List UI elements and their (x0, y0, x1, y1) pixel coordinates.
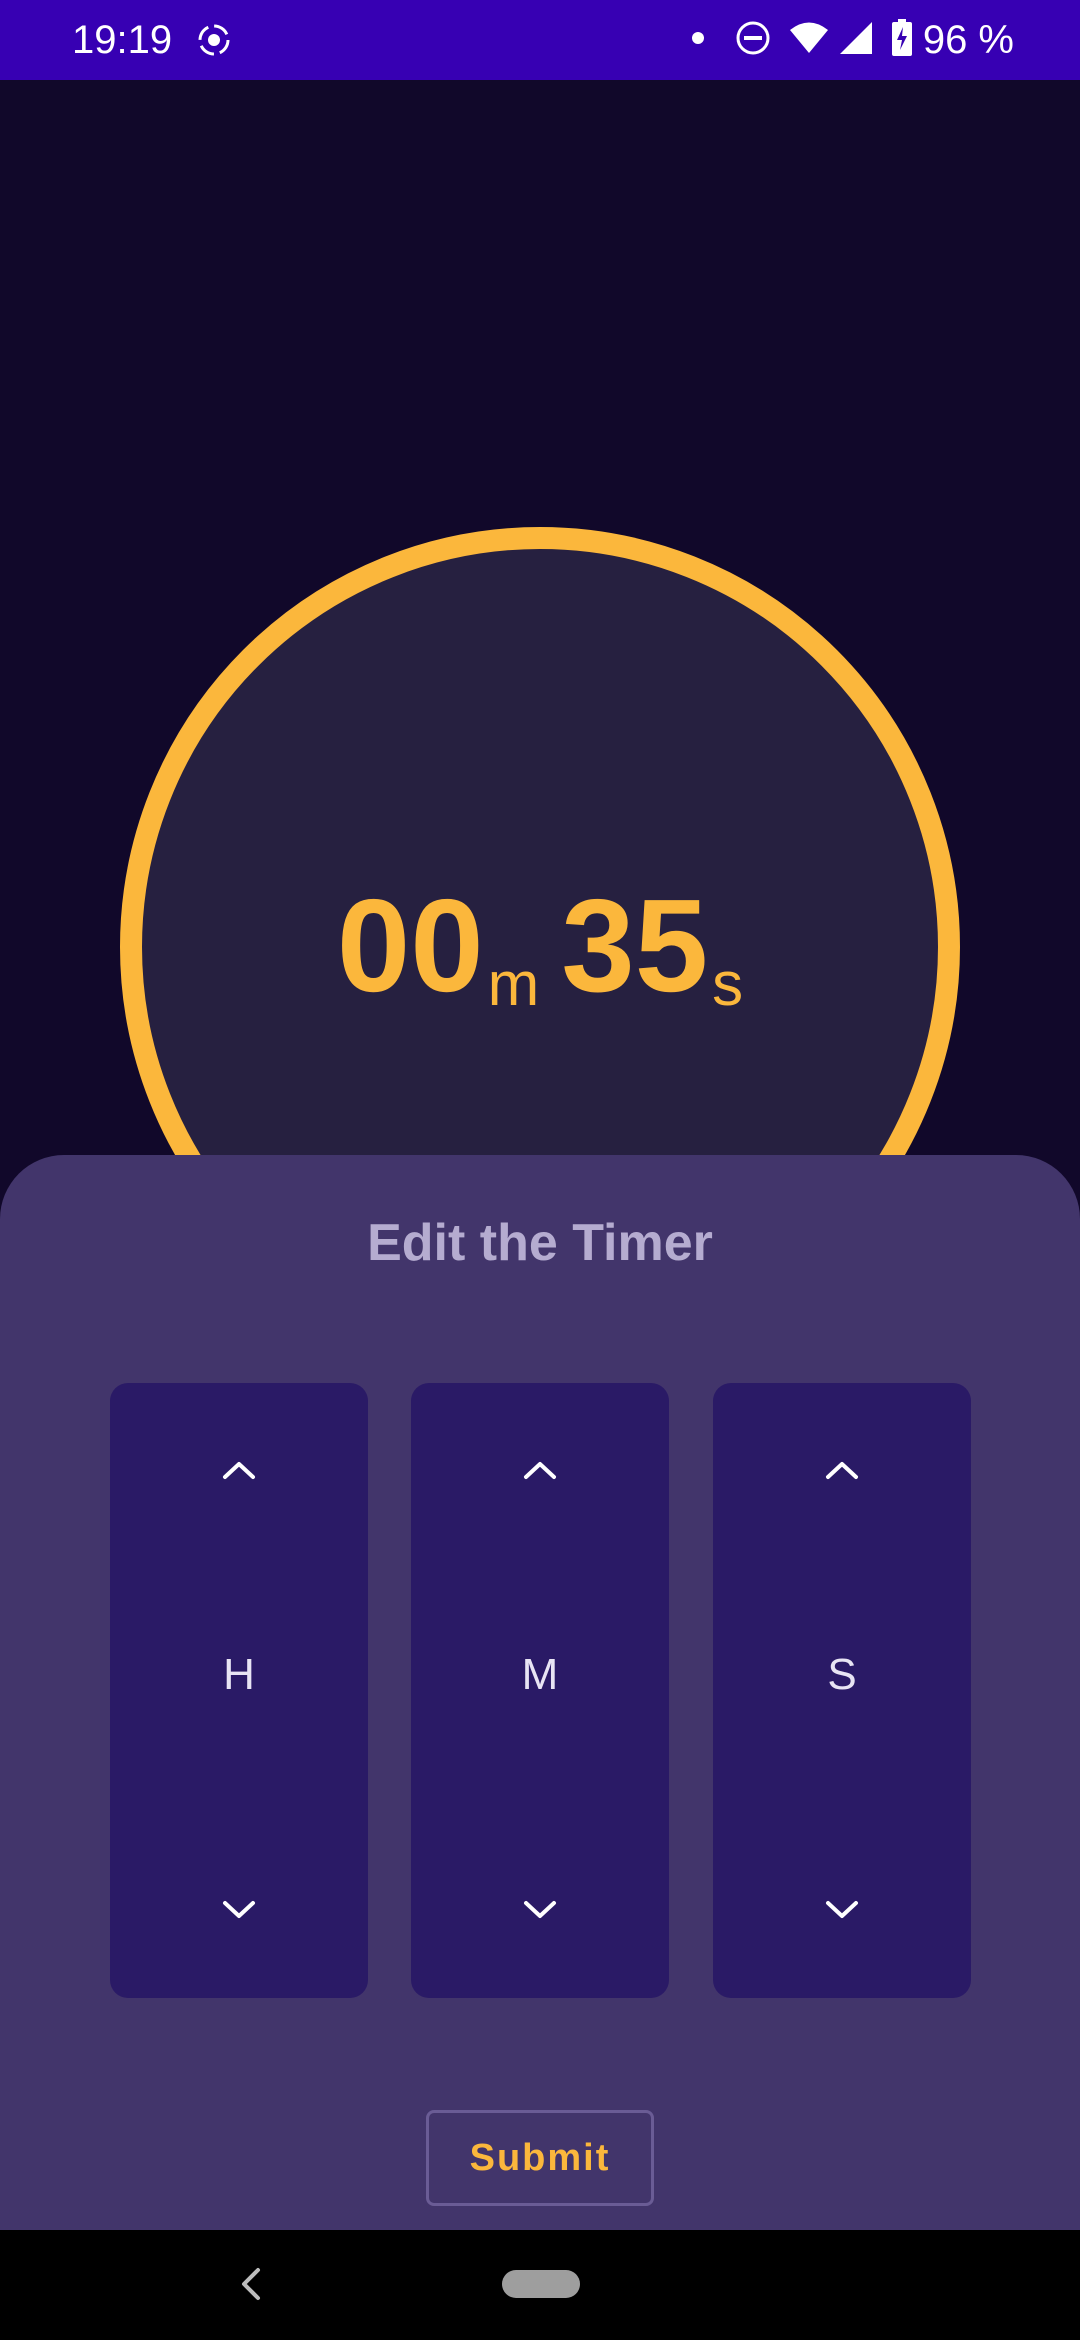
timer-minutes: 00 (336, 872, 484, 1019)
chevron-down-icon (826, 1901, 858, 1918)
chevron-up-icon (826, 1462, 858, 1479)
timer-minutes-unit: m (487, 950, 540, 1019)
minutes-increment-button[interactable] (411, 1425, 669, 1515)
cellular-signal-icon (839, 21, 873, 60)
back-icon[interactable] (232, 2264, 272, 2304)
status-bar: 19:19 96 % (0, 0, 1080, 80)
minutes-label: M (521, 1650, 559, 1699)
hours-picker: H (110, 1383, 368, 1998)
wifi-icon (789, 21, 829, 60)
seconds-decrement-button[interactable] (713, 1865, 971, 1955)
home-pill-icon[interactable] (502, 2270, 580, 2298)
battery-percentage: 96 % (922, 18, 1014, 62)
submit-button[interactable]: Submit (426, 2110, 654, 2206)
seconds-picker: S (713, 1383, 971, 1998)
status-time: 19:19 (72, 18, 173, 62)
seconds-increment-button[interactable] (713, 1425, 971, 1515)
timer-screen: 19:19 96 % 00m 35s Edit the Timer H M S … (0, 0, 1080, 2340)
navigation-bar (0, 2230, 1080, 2340)
sheet-title: Edit the Timer (367, 1214, 713, 1272)
chevron-down-icon (524, 1901, 556, 1918)
seconds-label: S (827, 1650, 857, 1699)
hours-decrement-button[interactable] (110, 1865, 368, 1955)
chevron-up-icon (524, 1462, 556, 1479)
battery-charging-icon (891, 18, 913, 62)
timer-seconds-unit: s (712, 950, 744, 1019)
do-not-disturb-icon (735, 20, 771, 61)
hours-increment-button[interactable] (110, 1425, 368, 1515)
minutes-picker: M (411, 1383, 669, 1998)
chevron-down-icon (223, 1901, 255, 1918)
cast-icon (196, 22, 232, 58)
timer-seconds: 35 (561, 872, 709, 1019)
edit-timer-sheet: Edit the Timer H M S Submit (0, 1155, 1080, 2230)
chevron-up-icon (223, 1462, 255, 1479)
minutes-decrement-button[interactable] (411, 1865, 669, 1955)
timer-readout: 00m 35s (0, 880, 1080, 1020)
notification-dot-icon (691, 31, 705, 50)
status-icons: 96 % (673, 16, 1014, 64)
hours-label: H (223, 1650, 255, 1699)
